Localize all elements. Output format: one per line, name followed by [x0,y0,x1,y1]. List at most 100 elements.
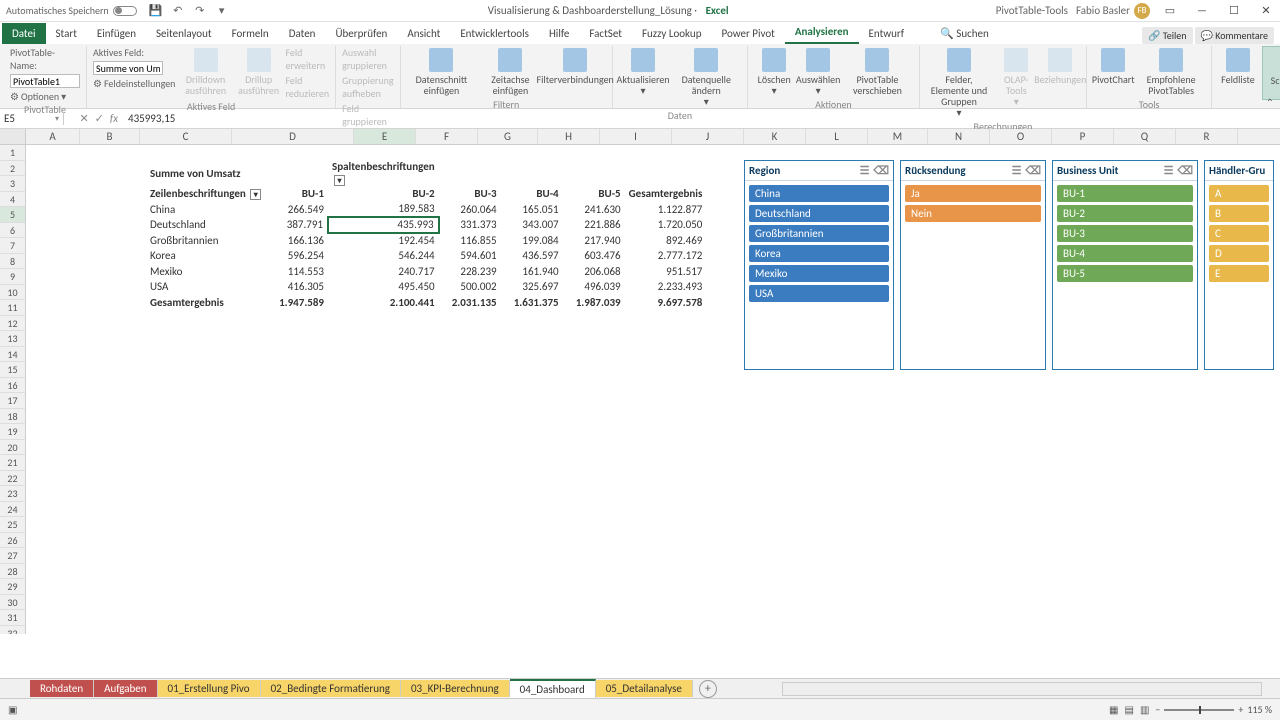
select-button[interactable]: Auswählen ▾ [798,46,838,98]
col-header-I[interactable]: I [600,129,672,144]
slicer-item[interactable]: Mexiko [749,265,889,282]
redo-icon[interactable]: ↷ [193,4,207,18]
col-header-R[interactable]: R [1176,129,1238,144]
multiselect-icon[interactable]: ☰ [1164,164,1174,177]
row-header-23[interactable]: 23 [0,486,26,502]
share-button[interactable]: 🔗 Teilen [1142,27,1193,44]
tab-entwurf[interactable]: Entwurf [859,25,915,44]
field-settings-button[interactable]: ⚙ Feldeinstellungen [93,77,175,90]
slicer-region[interactable]: Region☰⌫ ChinaDeutschlandGroßbritannienK… [744,160,894,370]
col-header-Q[interactable]: Q [1114,129,1176,144]
normal-view-icon[interactable]: ▦ [1109,703,1118,716]
row-header-7[interactable]: 7 [0,238,26,254]
slicer-item[interactable]: Korea [749,245,889,262]
tab-ansicht[interactable]: Ansicht [397,25,450,44]
slicer-item[interactable]: BU-3 [1057,225,1193,242]
slicer-item[interactable]: BU-2 [1057,205,1193,222]
comments-button[interactable]: 💬 Kommentare [1195,27,1274,44]
col-header-A[interactable]: A [26,129,80,144]
insert-slicer-button[interactable]: Datenschnitt einfügen [407,46,477,98]
row-header-1[interactable]: 1 [0,145,26,161]
row-header-15[interactable]: 15 [0,362,26,378]
row-header-16[interactable]: 16 [0,378,26,394]
row-header-18[interactable]: 18 [0,409,26,425]
fieldlist-button[interactable]: Feldliste [1218,46,1258,87]
row-header-13[interactable]: 13 [0,331,26,347]
user-account[interactable]: Fabio Basler FB [1076,3,1156,19]
slicer-ruecksendung[interactable]: Rücksendung☰⌫ JaNein [900,160,1046,370]
row-header-19[interactable]: 19 [0,424,26,440]
slicer-item[interactable]: Ja [905,185,1041,202]
tab-start[interactable]: Start [46,25,87,44]
col-header-J[interactable]: J [672,129,744,144]
formula-buttons[interactable]: ✕✓fx [64,112,124,125]
row-header-29[interactable]: 29 [0,579,26,595]
col-header-E[interactable]: E [354,129,416,144]
row-header-10[interactable]: 10 [0,285,26,301]
col-header-D[interactable]: D [232,129,354,144]
tab-fuzzylookup[interactable]: Fuzzy Lookup [632,25,712,44]
row-header-24[interactable]: 24 [0,502,26,518]
row-header-8[interactable]: 8 [0,254,26,270]
row-header-25[interactable]: 25 [0,517,26,533]
row-header-12[interactable]: 12 [0,316,26,332]
slicer-item[interactable]: C [1209,225,1269,242]
sheet-tab[interactable]: 01_Erstellung Pivo [158,680,261,697]
col-header-O[interactable]: O [990,129,1052,144]
autosave-toggle[interactable]: Automatisches Speichern [0,4,143,17]
slicer-item[interactable]: China [749,185,889,202]
new-sheet-button[interactable]: + [699,680,717,698]
slicer-item[interactable]: Nein [905,205,1041,222]
col-header-L[interactable]: L [806,129,868,144]
row-header-17[interactable]: 17 [0,393,26,409]
zoom-in-icon[interactable]: + [1238,703,1243,716]
row-header-4[interactable]: 4 [0,192,26,208]
filter-connections-button[interactable]: Filterverbindungen [545,46,606,87]
tab-daten[interactable]: Daten [279,25,326,44]
pivot-table[interactable]: Summe von UmsatzSpaltenbeschriftungen ▾Z… [146,160,706,310]
row-header-32[interactable]: 32 [0,626,26,635]
sheet-tab[interactable]: 02_Bedingte Formatierung [261,680,401,697]
zoom-control[interactable]: − + 115 % [1155,703,1272,716]
slicer-item[interactable]: B [1209,205,1269,222]
clear-filter-icon[interactable]: ⌫ [1025,164,1041,177]
zoom-level[interactable]: 115 % [1247,703,1272,716]
fields-items-button[interactable]: Felder, Elemente und Gruppen ▾ [926,46,993,120]
tab-factset[interactable]: FactSet [579,25,632,44]
zoom-slider[interactable] [1164,709,1234,711]
tab-einfuegen[interactable]: Einfügen [87,25,146,44]
slicer-item[interactable]: D [1209,245,1269,262]
tab-seitenlayout[interactable]: Seitenlayout [146,25,222,44]
tab-entwicklertools[interactable]: Entwicklertools [450,25,539,44]
change-datasource-button[interactable]: Datenquelle ändern ▾ [671,46,741,109]
row-header-26[interactable]: 26 [0,533,26,549]
slicer-item[interactable]: BU-4 [1057,245,1193,262]
active-field-input[interactable] [93,61,163,75]
tab-hilfe[interactable]: Hilfe [539,25,579,44]
ribbon-mode-icon[interactable]: ▭ [1156,1,1184,21]
close-icon[interactable]: ✕ [1252,1,1280,21]
row-header-6[interactable]: 6 [0,223,26,239]
col-header-C[interactable]: C [140,129,232,144]
slicer-item[interactable]: E [1209,265,1269,282]
row-header-22[interactable]: 22 [0,471,26,487]
buttons-toggle[interactable]: Schaltflächen +/- [1262,46,1280,100]
sheet-tab[interactable]: 04_Dashboard [510,679,596,698]
tab-ueberpruefen[interactable]: Überprüfen [325,25,397,44]
sheet-tab[interactable]: Rohdaten [30,680,94,697]
slicer-item[interactable]: A [1209,185,1269,202]
col-header-K[interactable]: K [744,129,806,144]
row-header-31[interactable]: 31 [0,610,26,626]
slicer-item[interactable]: BU-5 [1057,265,1193,282]
col-header-G[interactable]: G [478,129,538,144]
insert-timeline-button[interactable]: Zeitachse einfügen [480,46,540,98]
record-macro-icon[interactable]: ▣ [8,703,17,716]
slicer-item[interactable]: USA [749,285,889,302]
col-header-M[interactable]: M [868,129,928,144]
row-header-11[interactable]: 11 [0,300,26,316]
worksheet-grid[interactable]: ABCDEFGHIJKLMNOPQR 123456789101112131415… [0,129,1280,634]
pt-name-input[interactable] [10,74,80,88]
multiselect-icon[interactable]: ☰ [860,164,870,177]
sheet-tab[interactable]: 03_KPI-Berechnung [401,680,510,697]
save-icon[interactable]: 💾 [149,4,163,18]
